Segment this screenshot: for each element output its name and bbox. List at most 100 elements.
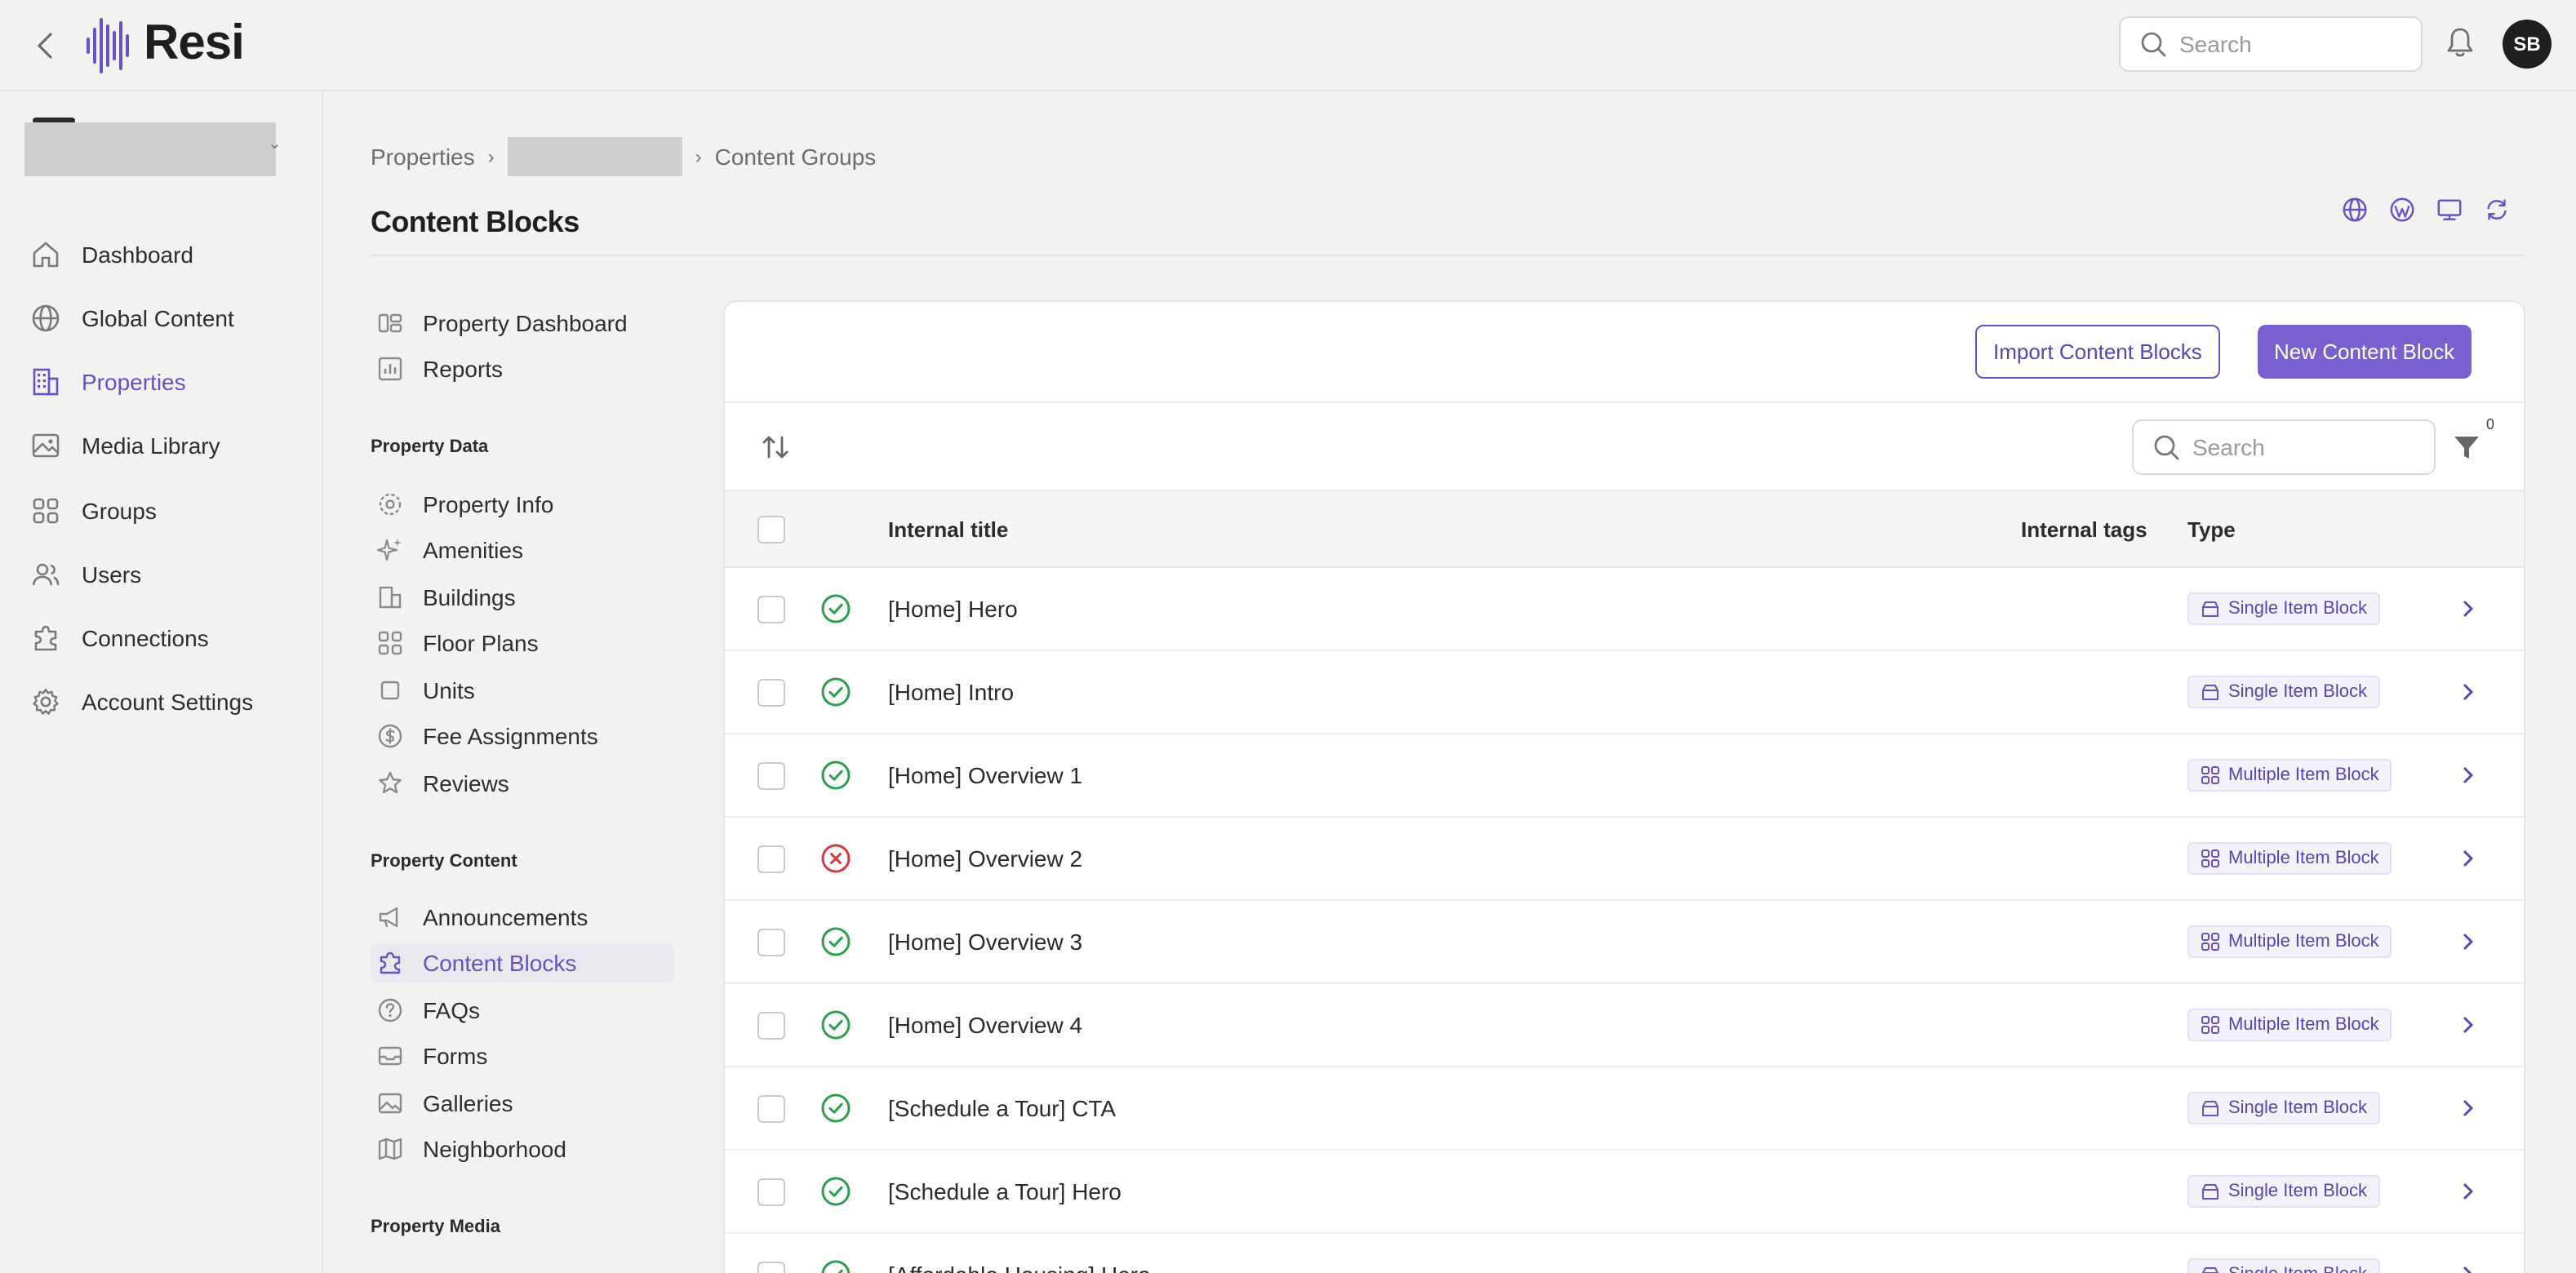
subnav-units[interactable]: Units [371, 671, 674, 710]
desktop-icon[interactable] [2436, 196, 2463, 224]
subnav-announcements[interactable]: Announcements [371, 898, 674, 937]
nav-item-media-library[interactable]: Media Library [29, 421, 307, 470]
chevron-right-icon[interactable] [2458, 597, 2478, 620]
card-header: Import Content Blocks New Content Block [725, 302, 2524, 403]
puzzle-icon [34, 625, 57, 651]
row-checkbox[interactable] [757, 762, 785, 790]
nav-item-users[interactable]: Users [29, 550, 307, 599]
import-content-blocks-button[interactable]: Import Content Blocks [1975, 325, 2220, 379]
account-switcher-redacted[interactable] [24, 122, 276, 176]
subnav-galleries[interactable]: Galleries [371, 1084, 674, 1123]
row-title[interactable]: [Home] Overview 1 [888, 762, 1082, 788]
type-badge: Single Item Block [2187, 1258, 2380, 1273]
row-checkbox[interactable] [757, 1095, 785, 1123]
column-header-internal-tags[interactable]: Internal tags [2021, 517, 2147, 542]
sparkle-icon [377, 539, 402, 561]
dashboard-icon [378, 313, 402, 333]
wordpress-icon[interactable] [2388, 196, 2416, 224]
subnav-label: Neighborhood [423, 1136, 566, 1162]
chevron-right-icon: › [487, 145, 495, 168]
row-checkbox[interactable] [757, 679, 785, 707]
subnav-fee-assignments[interactable]: Fee Assignments [371, 716, 674, 756]
subnav-neighborhood[interactable]: Neighborhood [371, 1129, 674, 1169]
globe-icon[interactable] [2341, 196, 2369, 224]
filter-icon[interactable] [2452, 432, 2481, 462]
row-checkbox[interactable] [757, 845, 785, 873]
row-checkbox[interactable] [757, 1012, 785, 1040]
nav-item-account-settings[interactable]: Account Settings [29, 677, 307, 726]
table-row[interactable]: [Schedule a Tour] Hero Single Item Block [725, 1151, 2524, 1234]
chevron-right-icon[interactable] [2458, 847, 2478, 870]
report-chart-icon [378, 357, 402, 381]
table-row[interactable]: [Home] Overview 1 Multiple Item Block [725, 734, 2524, 818]
breadcrumb-property-redacted[interactable] [507, 137, 682, 176]
chevron-right-icon[interactable] [2458, 681, 2478, 703]
chevron-right-icon[interactable] [2458, 1014, 2478, 1036]
logo-text: Resi [144, 16, 245, 70]
chevron-right-icon[interactable] [2458, 1263, 2478, 1273]
type-badge-label: Multiple Item Block [2228, 932, 2379, 951]
global-search[interactable] [2119, 16, 2423, 72]
column-header-internal-title[interactable]: Internal title [888, 517, 1008, 542]
row-checkbox[interactable] [757, 929, 785, 956]
subnav-content-blocks[interactable]: Content Blocks [371, 943, 674, 982]
select-all-checkbox[interactable] [757, 516, 785, 543]
row-title[interactable]: [Home] Intro [888, 679, 1014, 705]
table-row[interactable]: [Home] Intro Single Item Block [725, 651, 2524, 734]
table-row[interactable]: [Schedule a Tour] CTA Single Item Block [725, 1067, 2524, 1151]
subnav-reviews[interactable]: Reviews [371, 764, 674, 803]
back-arrow-icon[interactable] [29, 29, 62, 62]
sort-icon[interactable] [761, 432, 790, 462]
table-search[interactable] [2132, 419, 2436, 475]
row-title[interactable]: [Home] Hero [888, 596, 1018, 622]
nav-item-properties[interactable]: Properties [29, 357, 307, 406]
chevron-right-icon[interactable] [2458, 1097, 2478, 1120]
row-checkbox[interactable] [757, 596, 785, 623]
row-checkbox[interactable] [757, 1178, 785, 1206]
refresh-icon[interactable] [2483, 196, 2511, 224]
column-header-type[interactable]: Type [2187, 517, 2236, 542]
subnav-faqs[interactable]: FAQs [371, 991, 674, 1030]
global-search-input[interactable] [2179, 31, 2392, 57]
table-row[interactable]: [Home] Overview 4 Multiple Item Block [725, 984, 2524, 1067]
dollar-circle-icon [378, 724, 402, 748]
subnav-property-dashboard[interactable]: Property Dashboard [371, 304, 674, 343]
subnav-amenities[interactable]: Amenities [371, 530, 674, 570]
nav-item-global-content[interactable]: Global Content [29, 294, 307, 343]
subnav-floor-plans[interactable]: Floor Plans [371, 623, 674, 663]
property-media-heading: Property Media [371, 1218, 500, 1237]
table-row[interactable]: [Home] Hero Single Item Block [725, 568, 2524, 651]
subnav-property-info[interactable]: Property Info [371, 485, 674, 524]
row-title[interactable]: [Home] Overview 2 [888, 845, 1082, 872]
resi-logo[interactable]: Resi [85, 13, 245, 75]
breadcrumb-content-groups[interactable]: Content Groups [715, 144, 877, 170]
new-content-block-button[interactable]: New Content Block [2258, 325, 2472, 379]
row-title[interactable]: [Home] Overview 4 [888, 1012, 1082, 1038]
nav-item-dashboard[interactable]: Dashboard [29, 230, 307, 279]
table-row[interactable]: [Home] Overview 3 Multiple Item Block [725, 901, 2524, 984]
grid-icon [33, 498, 59, 524]
breadcrumb-properties[interactable]: Properties [371, 144, 475, 170]
chevron-right-icon[interactable] [2458, 764, 2478, 787]
row-title[interactable]: [Home] Overview 3 [888, 929, 1082, 955]
nav-item-connections[interactable]: Connections [29, 614, 307, 663]
row-title[interactable]: [Schedule a Tour] CTA [888, 1095, 1116, 1121]
chevron-right-icon[interactable] [2458, 1180, 2478, 1203]
row-checkbox[interactable] [757, 1262, 785, 1273]
type-badge-label: Multiple Item Block [2228, 765, 2379, 785]
type-badge: Multiple Item Block [2187, 759, 2392, 792]
table-row[interactable]: [Affordable Housing] Hero Single Item Blo… [725, 1234, 2524, 1273]
subnav-forms[interactable]: Forms [371, 1036, 674, 1076]
user-avatar[interactable]: SB [2503, 20, 2552, 69]
table-search-input[interactable] [2192, 434, 2405, 460]
chevron-down-icon[interactable]: ⌄ [268, 135, 282, 153]
subnav-buildings[interactable]: Buildings [371, 578, 674, 617]
nav-item-groups[interactable]: Groups [29, 486, 307, 535]
row-title[interactable]: [Affordable Housing] Hero [888, 1262, 1151, 1273]
chevron-right-icon[interactable] [2458, 930, 2478, 953]
check-circle-icon [821, 677, 851, 707]
table-row[interactable]: [Home] Overview 2 Multiple Item Block [725, 818, 2524, 901]
bell-icon[interactable] [2445, 26, 2475, 59]
subnav-reports[interactable]: Reports [371, 349, 674, 388]
row-title[interactable]: [Schedule a Tour] Hero [888, 1178, 1121, 1204]
